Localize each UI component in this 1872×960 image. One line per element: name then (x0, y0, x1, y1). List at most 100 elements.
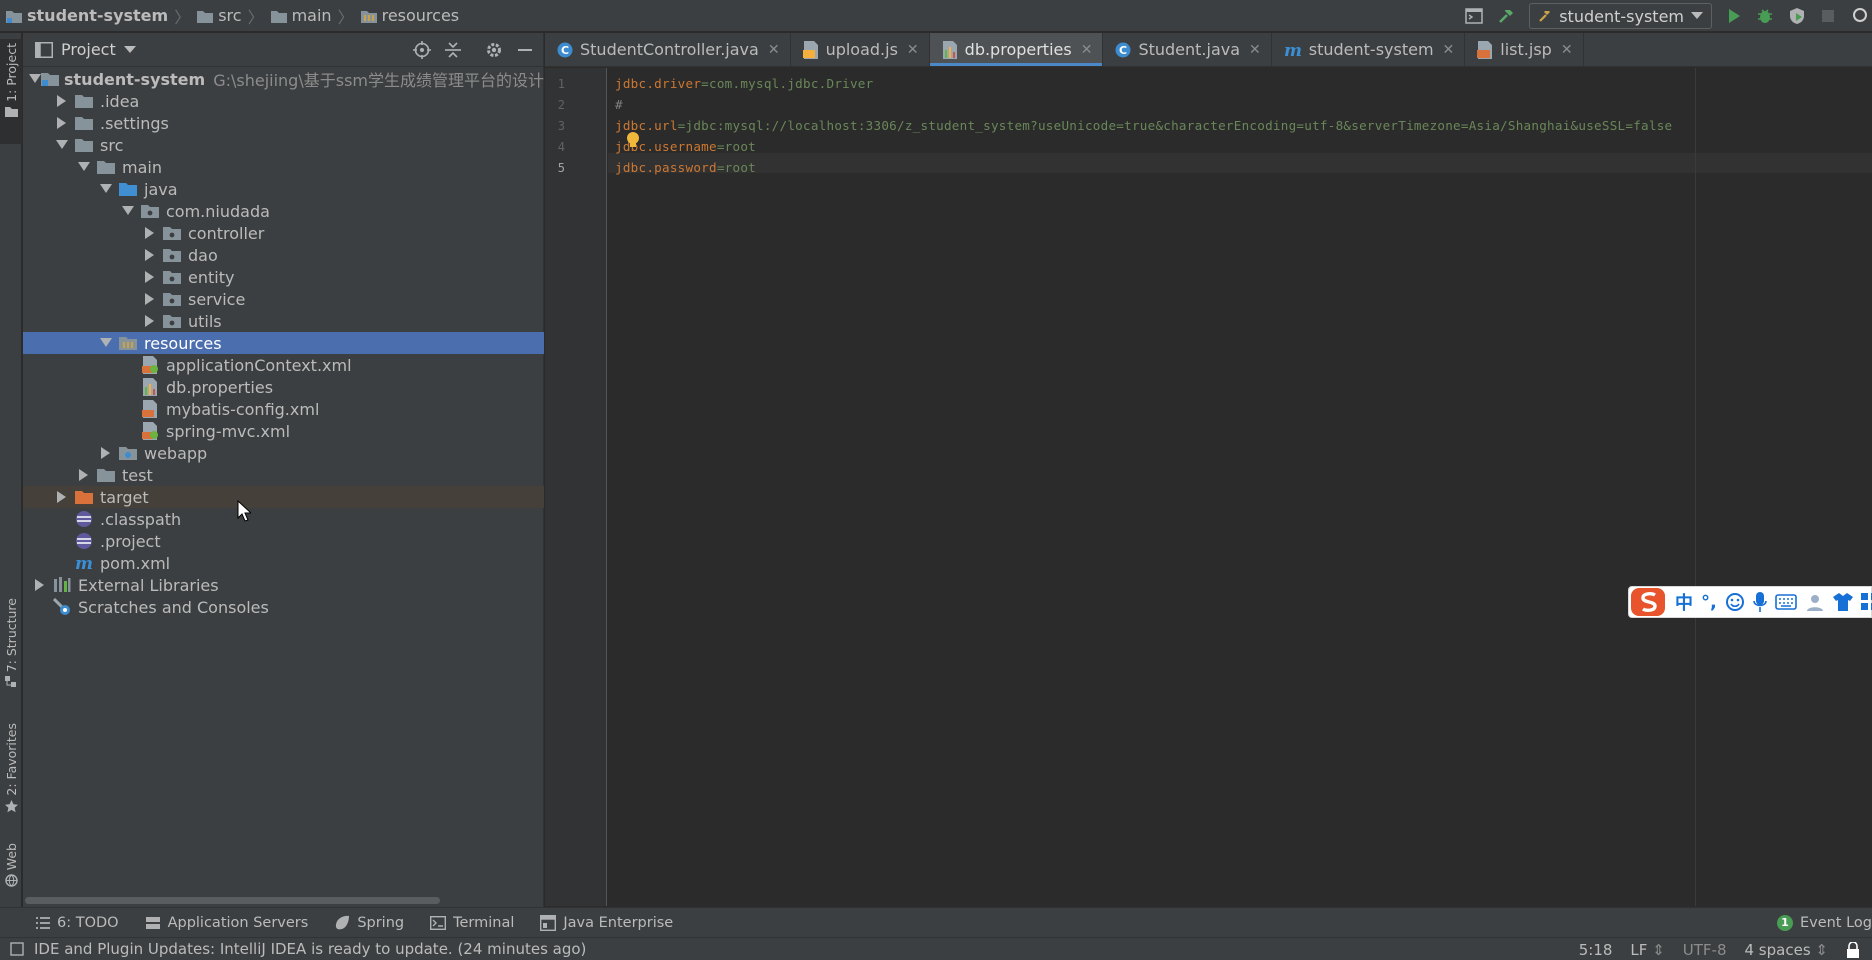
ime-punct-toggle[interactable]: °, (1701, 592, 1717, 613)
editor-tab-studentcontroller-java[interactable]: C StudentController.java ✕ (545, 33, 791, 66)
expand-arrow-down-icon[interactable] (117, 200, 139, 222)
editor-tab-student-system[interactable]: m student-system ✕ (1272, 33, 1466, 66)
close-tab-icon[interactable]: ✕ (1443, 42, 1455, 58)
tree-node-mybatis-config-xml[interactable]: mybatis-config.xml (23, 398, 544, 420)
microphone-icon[interactable] (1753, 592, 1767, 612)
run-play-icon[interactable] (1726, 8, 1742, 24)
search-everywhere-icon[interactable] (1850, 7, 1868, 25)
expand-arrow-right-icon[interactable] (95, 442, 117, 464)
expand-arrow-right-icon[interactable] (29, 574, 51, 596)
tree-node-test[interactable]: test (23, 464, 544, 486)
tree-node-java[interactable]: java (23, 178, 544, 200)
tree-node-scratches-and-consoles[interactable]: Scratches and Consoles (23, 596, 544, 618)
tool-window-application-servers[interactable]: Application Servers (131, 908, 321, 938)
tree-node-settings[interactable]: .settings (23, 112, 544, 134)
expand-arrow-down-icon[interactable] (51, 134, 73, 156)
stripe-tab-project[interactable]: 1: Project (0, 39, 22, 144)
editor-tab-student-java[interactable]: C Student.java ✕ (1103, 33, 1272, 66)
tool-window-spring[interactable]: Spring (320, 908, 416, 938)
expand-arrow-right-icon[interactable] (51, 112, 73, 134)
sogou-logo-icon[interactable] (1631, 586, 1667, 618)
run-anything-icon[interactable] (1465, 8, 1483, 24)
tool-window-6-todo[interactable]: 6: TODO (22, 908, 131, 938)
breadcrumb-item-resources[interactable]: resources (360, 0, 459, 32)
collapse-all-icon[interactable] (445, 41, 461, 59)
close-tab-icon[interactable]: ✕ (1561, 42, 1573, 58)
chevron-down-icon[interactable] (123, 45, 136, 54)
expand-arrow-right-icon[interactable] (139, 310, 161, 332)
lock-icon[interactable] (1846, 941, 1860, 958)
tree-node-external-libraries[interactable]: External Libraries (23, 574, 544, 596)
tree-node-entity[interactable]: entity (23, 266, 544, 288)
breadcrumb-item-main[interactable]: main (270, 0, 332, 32)
tool-window-terminal[interactable]: Terminal (416, 908, 526, 938)
caret-position[interactable]: 5:18 (1579, 941, 1613, 959)
status-toggle-icon[interactable] (10, 942, 24, 956)
user-icon[interactable] (1805, 592, 1825, 612)
stripe-tab-structure[interactable]: 7: Structure (0, 598, 22, 698)
editor-tab-db-properties[interactable]: db.properties ✕ (929, 33, 1104, 66)
gear-icon[interactable] (485, 41, 503, 59)
scrollbar-thumb[interactable] (25, 897, 440, 904)
expand-arrow-down-icon[interactable] (95, 178, 117, 200)
tree-node-target[interactable]: target (23, 486, 544, 508)
tree-node-controller[interactable]: controller (23, 222, 544, 244)
tree-node-db-properties[interactable]: db.properties (23, 376, 544, 398)
stop-icon[interactable] (1820, 8, 1836, 24)
project-view-selector[interactable]: Project (61, 40, 116, 59)
stripe-tab-web[interactable]: Web (0, 843, 22, 898)
tree-node-main[interactable]: main (23, 156, 544, 178)
event-log-button[interactable]: 1 Event Log (1776, 908, 1872, 938)
locate-target-icon[interactable] (413, 40, 431, 59)
expand-arrow-right-icon[interactable] (139, 266, 161, 288)
line-separator-widget[interactable]: LF ⇕ (1630, 941, 1664, 959)
keyboard-icon[interactable] (1775, 594, 1797, 610)
tree-node-com-niudada[interactable]: com.niudada (23, 200, 544, 222)
expand-arrow-right-icon[interactable] (73, 464, 95, 486)
tree-node-applicationcontext-xml[interactable]: applicationContext.xml (23, 354, 544, 376)
lightbulb-icon[interactable] (625, 131, 641, 149)
expand-arrow-right-icon[interactable] (139, 244, 161, 266)
expand-arrow-down-icon[interactable] (73, 156, 95, 178)
minimize-icon[interactable] (517, 42, 533, 58)
breadcrumb-item-project[interactable]: student-system (6, 0, 168, 32)
expand-arrow-down-icon[interactable] (95, 332, 117, 354)
coverage-icon[interactable] (1788, 7, 1806, 25)
tree-node-src[interactable]: src (23, 134, 544, 156)
stripe-tab-favorites[interactable]: 2: Favorites (0, 723, 22, 823)
tree-node-student-system[interactable]: student-system G:\shejiing\基于ssm学生成绩管理平台的… (23, 68, 592, 90)
tree-node-classpath[interactable]: .classpath (23, 508, 544, 530)
close-tab-icon[interactable]: ✕ (1081, 42, 1093, 58)
tree-node-spring-mvc-xml[interactable]: spring-mvc.xml (23, 420, 544, 442)
editor-tab-list-jsp[interactable]: list.jsp ✕ (1465, 33, 1584, 66)
encoding-widget[interactable]: UTF-8 (1683, 941, 1727, 959)
tree-node-pom-xml[interactable]: m pom.xml (23, 552, 544, 574)
editor-tab-upload-js[interactable]: upload.js ✕ (791, 33, 930, 66)
indent-widget[interactable]: 4 spaces ⇕ (1745, 941, 1829, 959)
run-configuration-select[interactable]: student-system (1529, 3, 1712, 29)
status-message[interactable]: IDE and Plugin Updates: IntelliJ IDEA is… (34, 940, 586, 958)
tree-node-service[interactable]: service (23, 288, 544, 310)
debug-bug-icon[interactable] (1756, 7, 1774, 25)
tool-window-java-enterprise[interactable]: Java Enterprise (526, 908, 685, 938)
expand-arrow-right-icon[interactable] (51, 90, 73, 112)
close-tab-icon[interactable]: ✕ (907, 42, 919, 58)
tree-node-resources[interactable]: resources (23, 332, 544, 354)
expand-arrow-right-icon[interactable] (139, 288, 161, 310)
build-hammer-icon[interactable] (1497, 7, 1515, 25)
close-tab-icon[interactable]: ✕ (1249, 42, 1261, 58)
tree-node-dao[interactable]: dao (23, 244, 544, 266)
ime-mode-toggle[interactable]: 中 (1675, 589, 1693, 615)
expand-arrow-right-icon[interactable] (51, 486, 73, 508)
horizontal-scrollbar[interactable] (23, 894, 544, 906)
emoji-icon[interactable] (1725, 592, 1745, 612)
tree-node-webapp[interactable]: webapp (23, 442, 544, 464)
tree-node-project[interactable]: .project (23, 530, 544, 552)
tree-node-idea[interactable]: .idea (23, 90, 544, 112)
breadcrumb-item-src[interactable]: src (197, 0, 242, 32)
toolbox-grid-icon[interactable] (1860, 593, 1872, 611)
close-tab-icon[interactable]: ✕ (768, 42, 780, 58)
code-editor[interactable]: jdbc.driver=com.mysql.jdbc.Driver # jdbc.u… (608, 68, 1872, 906)
skin-shirt-icon[interactable] (1832, 593, 1853, 611)
expand-arrow-right-icon[interactable] (139, 222, 161, 244)
